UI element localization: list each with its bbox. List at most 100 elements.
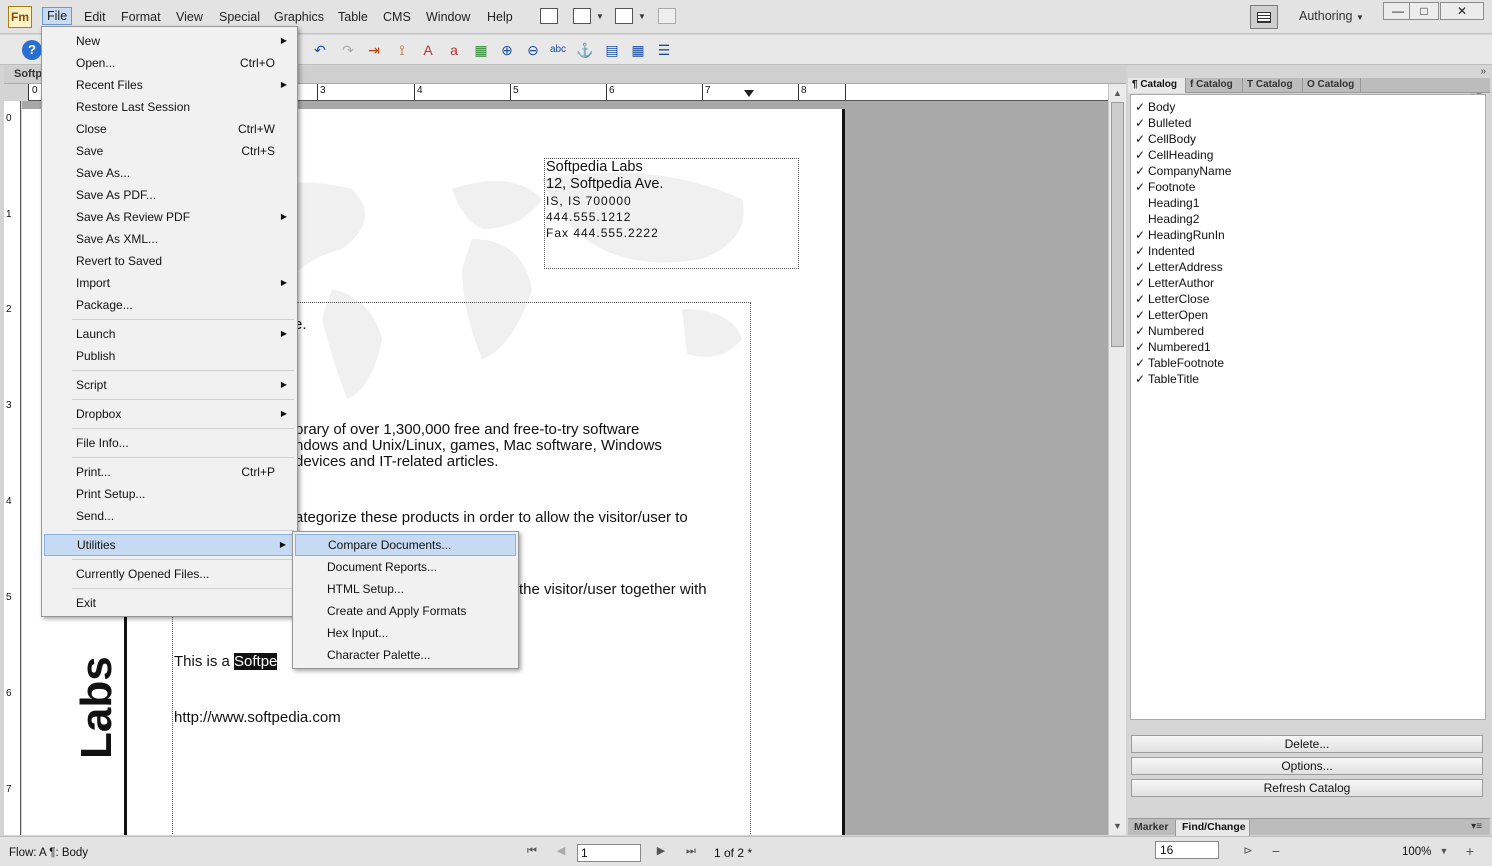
zoom-out-icon[interactable]: ⊖: [524, 41, 542, 59]
paragraph-format-icon[interactable]: A: [419, 41, 437, 59]
panel-menu-icon[interactable]: ▾≡: [1471, 821, 1482, 832]
menu-item-currently-opened-files[interactable]: Currently Opened Files...: [44, 563, 295, 585]
menu-item-file-info[interactable]: File Info...: [44, 432, 295, 454]
toggle-view-icon[interactable]: ⊳: [1240, 843, 1256, 859]
menu-item-print-setup[interactable]: Print Setup...: [44, 483, 295, 505]
catalog-item[interactable]: ✓ Numbered1: [1131, 339, 1485, 355]
menu-item-document-reports[interactable]: Document Reports...: [295, 556, 516, 578]
menu-item-utilities[interactable]: Utilities ▶: [44, 534, 295, 556]
chevron-down-icon[interactable]: ▼: [638, 12, 646, 21]
anchor-icon[interactable]: ⚓: [576, 41, 594, 59]
menu-special[interactable]: Special: [215, 8, 264, 26]
tab-character-catalog[interactable]: f Catalog: [1186, 78, 1243, 93]
catalog-item[interactable]: ✓ CompanyName: [1131, 163, 1485, 179]
menu-item-package[interactable]: Package...: [44, 294, 295, 316]
menu-item-save-as-xml[interactable]: Save As XML...: [44, 228, 295, 250]
zoom-out-icon[interactable]: −: [1268, 843, 1284, 859]
menu-item-character-palette[interactable]: Character Palette...: [295, 644, 516, 666]
tab-paragraph-catalog[interactable]: ¶ Catalog: [1128, 78, 1186, 93]
screen-mode-icon[interactable]: [615, 8, 633, 24]
menu-item-import[interactable]: Import ▶: [44, 272, 295, 294]
catalog-item[interactable]: ✓ LetterClose: [1131, 291, 1485, 307]
menu-item-save[interactable]: Save Ctrl+S: [44, 140, 295, 162]
delete-button[interactable]: Delete...: [1131, 735, 1483, 753]
view-options-icon[interactable]: [658, 8, 676, 24]
menu-item-save-as-review-pdf[interactable]: Save As Review PDF ▶: [44, 206, 295, 228]
menu-help[interactable]: Help: [483, 8, 517, 26]
undo-icon[interactable]: ↶: [311, 41, 329, 59]
grid-icon[interactable]: ▦: [629, 41, 647, 59]
menu-item-launch[interactable]: Launch ▶: [44, 323, 295, 345]
menu-item-revert-to-saved[interactable]: Revert to Saved: [44, 250, 295, 272]
next-page-icon[interactable]: ▶: [653, 843, 669, 859]
tab-object-catalog[interactable]: O Catalog: [1303, 78, 1361, 93]
menu-view[interactable]: View: [172, 8, 207, 26]
menu-item-open[interactable]: Open... Ctrl+O: [44, 52, 295, 74]
options-button[interactable]: Options...: [1131, 757, 1483, 775]
menu-item-recent-files[interactable]: Recent Files ▶: [44, 74, 295, 96]
previous-page-icon[interactable]: ◀: [553, 843, 569, 859]
catalog-item[interactable]: ✓ LetterAuthor: [1131, 275, 1485, 291]
menu-item-restore-last-session[interactable]: Restore Last Session: [44, 96, 295, 118]
catalog-item[interactable]: Heading1: [1131, 195, 1485, 211]
styles-icon[interactable]: ⟟: [393, 41, 411, 59]
catalog-item[interactable]: ✓ Numbered: [1131, 323, 1485, 339]
catalog-item[interactable]: ✓ LetterOpen: [1131, 307, 1485, 323]
catalog-item[interactable]: ✓ Body: [1131, 99, 1485, 115]
close-button[interactable]: ✕: [1440, 2, 1484, 20]
insert-icon[interactable]: ⇥: [365, 41, 383, 59]
maximize-button[interactable]: □: [1409, 2, 1439, 20]
menu-item-send[interactable]: Send...: [44, 505, 295, 527]
catalog-item[interactable]: Heading2: [1131, 211, 1485, 227]
menu-item-html-setup[interactable]: HTML Setup...: [295, 578, 516, 600]
zoom-level[interactable]: 100%: [1402, 846, 1431, 858]
menu-item-exit[interactable]: Exit: [44, 592, 295, 614]
align-icon[interactable]: ☰: [655, 41, 673, 59]
refresh-catalog-button[interactable]: Refresh Catalog: [1131, 779, 1483, 797]
menu-format[interactable]: Format: [117, 8, 165, 26]
workspace-switcher[interactable]: Authoring ▼: [1299, 9, 1364, 23]
panel-layout-icon[interactable]: [540, 8, 558, 24]
scroll-down-icon[interactable]: ▼: [1113, 821, 1122, 831]
tab-marker[interactable]: Marker: [1128, 820, 1176, 836]
spellcheck-icon[interactable]: abc: [549, 41, 567, 59]
menu-item-create-apply-formats[interactable]: Create and Apply Formats: [295, 600, 516, 622]
menu-graphics[interactable]: Graphics: [270, 8, 328, 26]
catalog-item[interactable]: ✓ CellHeading: [1131, 147, 1485, 163]
address-text-frame[interactable]: Softpedia Labs 12, Softpedia Ave. IS, IS…: [544, 158, 799, 269]
catalog-item[interactable]: ✓ Bulleted: [1131, 115, 1485, 131]
first-page-icon[interactable]: ⏮: [524, 843, 540, 859]
document-tab[interactable]: Softp: [14, 68, 42, 80]
vertical-scrollbar[interactable]: ▲ ▼: [1108, 84, 1126, 835]
tab-table-catalog[interactable]: T Catalog: [1243, 78, 1303, 93]
help-icon[interactable]: ?: [22, 40, 42, 60]
character-format-icon[interactable]: a: [445, 41, 463, 59]
table-format-icon[interactable]: ▦: [472, 41, 490, 59]
catalog-item[interactable]: ✓ LetterAddress: [1131, 259, 1485, 275]
collapse-panel-icon[interactable]: »: [1480, 66, 1486, 77]
chevron-down-icon[interactable]: ▼: [1436, 843, 1452, 859]
menu-item-save-as-pdf[interactable]: Save As PDF...: [44, 184, 295, 206]
redo-icon[interactable]: ↷: [339, 41, 357, 59]
menu-item-hex-input[interactable]: Hex Input...: [295, 622, 516, 644]
paragraph-catalog-list[interactable]: ✓ Body ✓ Bulleted ✓ CellBody ✓ CellHeading ✓…: [1130, 94, 1486, 720]
catalog-item[interactable]: ✓ CellBody: [1131, 131, 1485, 147]
right-indent-marker[interactable]: [744, 90, 754, 97]
menu-window[interactable]: Window: [422, 8, 474, 26]
scrollbar-thumb[interactable]: [1111, 102, 1124, 347]
text-frame-icon[interactable]: ▤: [603, 41, 621, 59]
zoom-in-icon[interactable]: +: [1462, 843, 1478, 859]
selected-text[interactable]: Softpe: [234, 653, 278, 670]
menu-item-save-as[interactable]: Save As...: [44, 162, 295, 184]
menu-item-publish[interactable]: Publish: [44, 345, 295, 367]
zoom-in-icon[interactable]: ⊕: [498, 41, 516, 59]
menu-file[interactable]: File: [42, 7, 73, 25]
menu-edit[interactable]: Edit: [80, 8, 110, 26]
menu-item-compare-documents[interactable]: Compare Documents...: [295, 534, 516, 556]
tab-find-change[interactable]: Find/Change: [1176, 820, 1250, 836]
last-page-icon[interactable]: ⏭: [683, 843, 699, 859]
menu-item-new[interactable]: New ▶: [44, 30, 295, 52]
menu-item-dropbox[interactable]: Dropbox ▶: [44, 403, 295, 425]
authoring-view-button[interactable]: [1250, 5, 1278, 29]
catalog-item[interactable]: ✓ Footnote: [1131, 179, 1485, 195]
